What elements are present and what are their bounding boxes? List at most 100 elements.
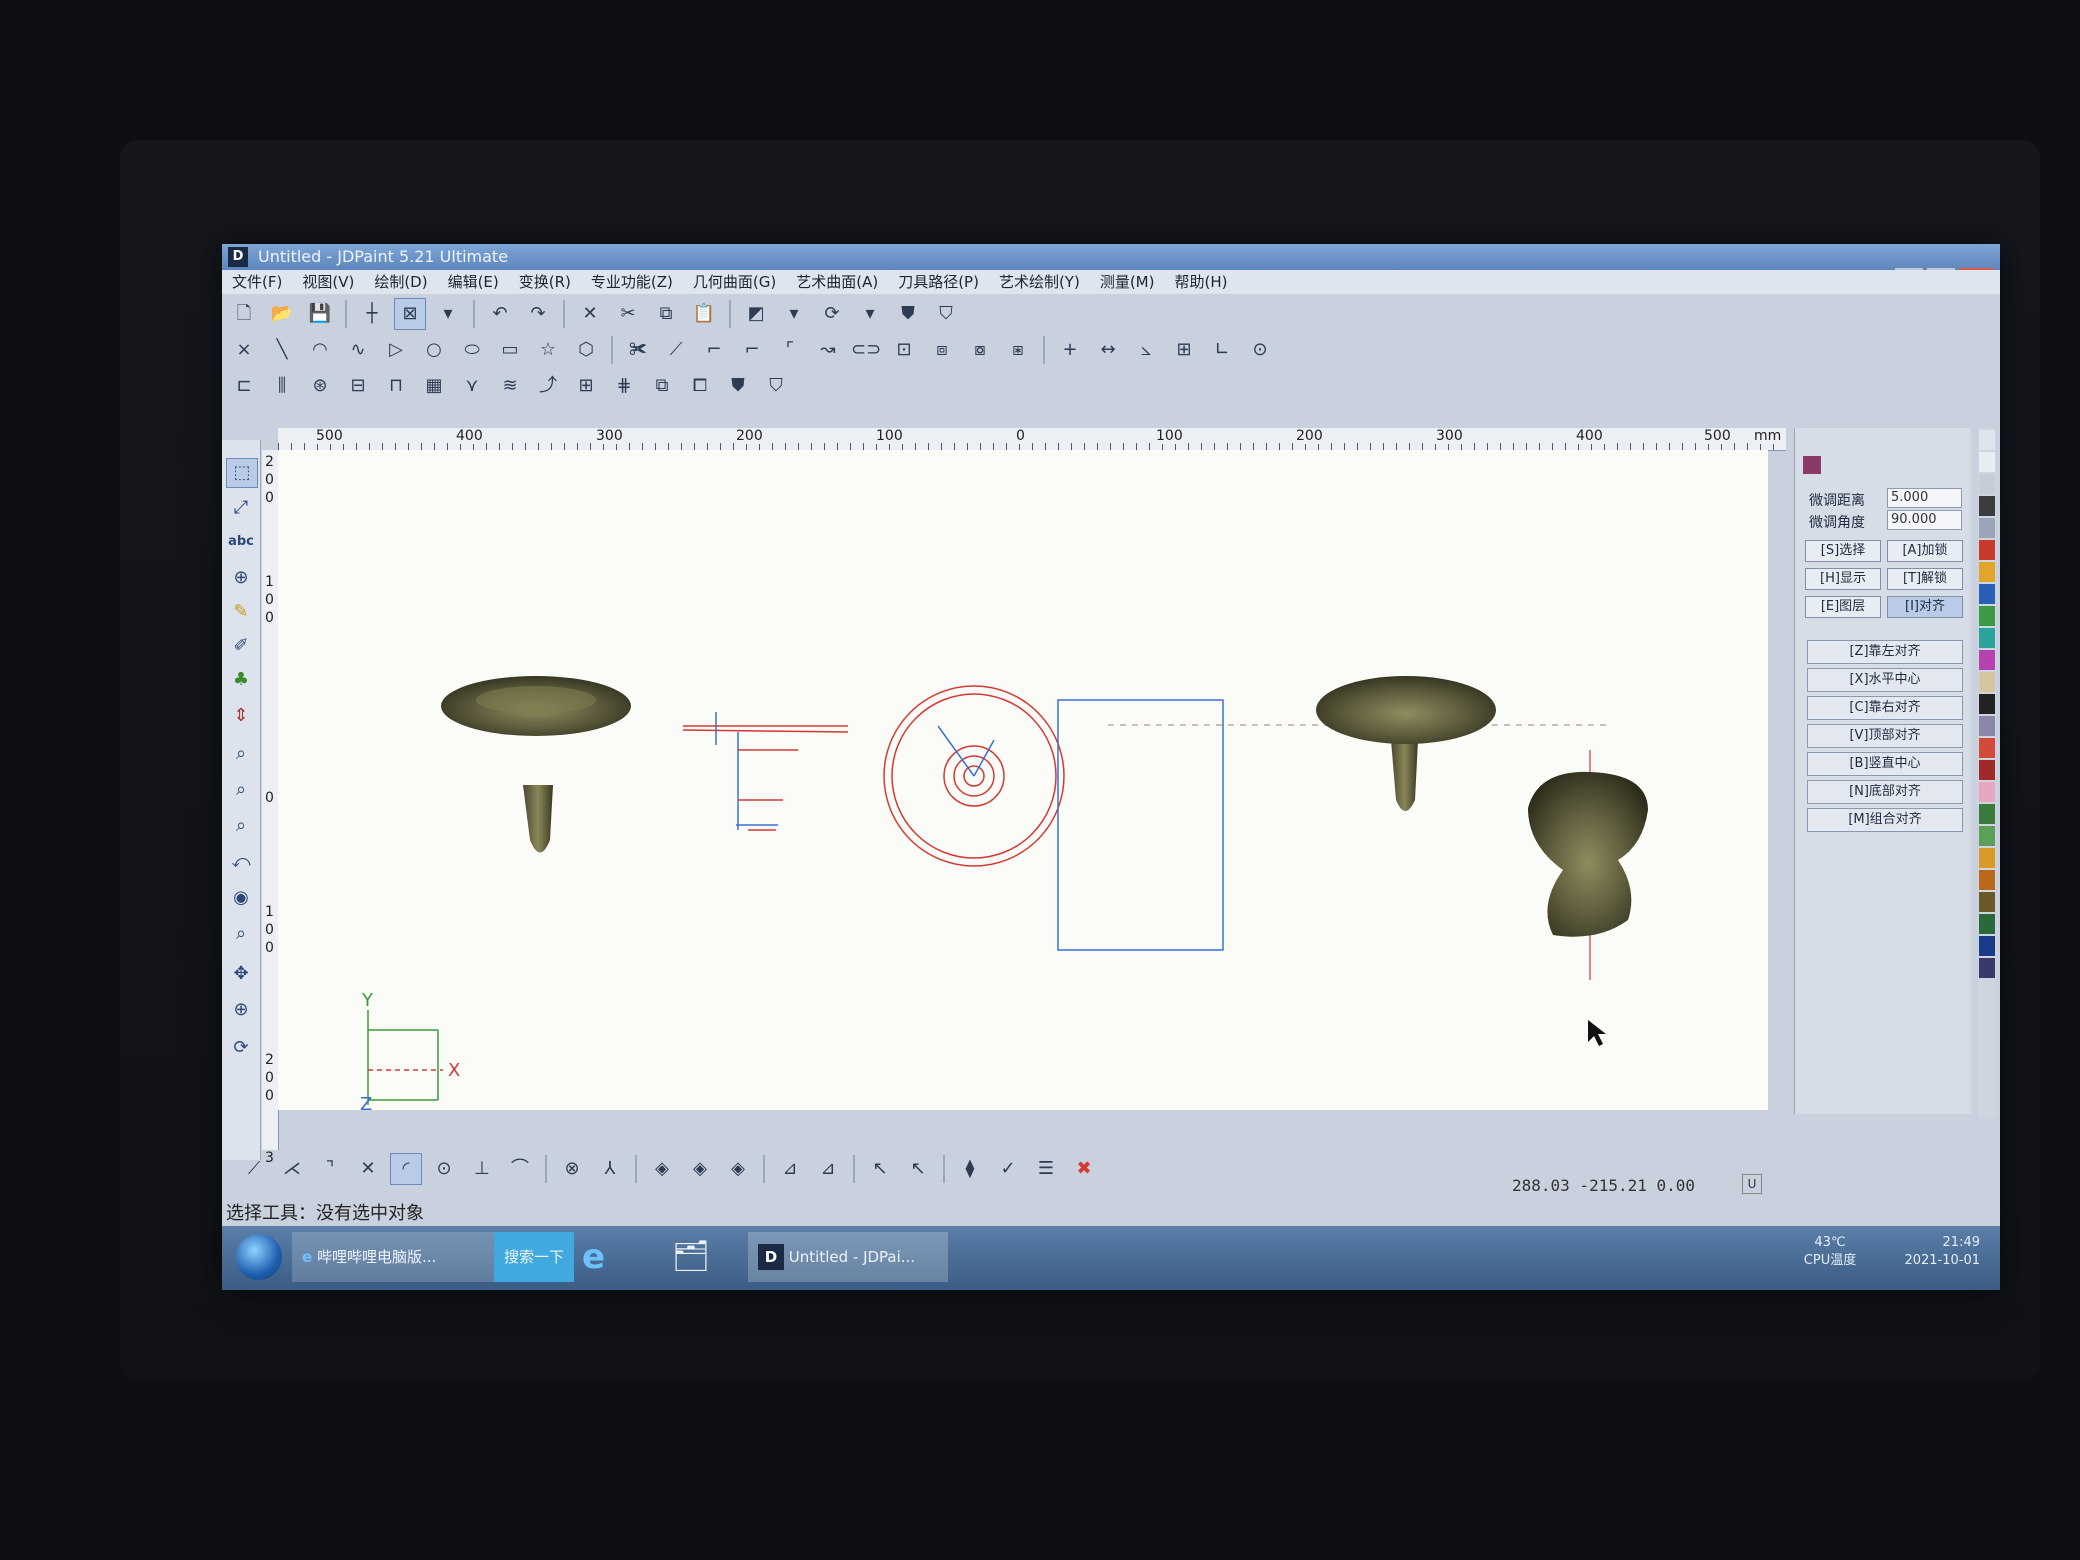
palette-swatch[interactable]	[1979, 848, 1995, 868]
cross-grid-icon[interactable]: ⊞	[570, 370, 602, 402]
taskbar-jdpaint-window[interactable]: D Untitled - JDPai...	[748, 1232, 948, 1282]
bounding-rectangle[interactable]	[1057, 699, 1224, 951]
palette-swatch[interactable]	[1979, 606, 1995, 626]
align-hcenter-button[interactable]: [X]水平中心	[1807, 668, 1963, 692]
palette-swatch[interactable]	[1979, 738, 1995, 758]
slot-icon[interactable]: ⊂⊃	[850, 334, 882, 366]
snap-intersection-icon[interactable]: ✕	[352, 1153, 384, 1185]
array-icon[interactable]: ⊟	[342, 370, 374, 402]
palette-swatch[interactable]	[1979, 584, 1995, 604]
palette-swatch[interactable]	[1979, 694, 1995, 714]
menu-edit[interactable]: 编辑(E)	[438, 270, 509, 294]
zoom-previous-icon[interactable]: ⤺	[226, 848, 256, 876]
snap-endpoint-icon[interactable]: ⟋	[238, 1153, 270, 1185]
angle-dim-icon[interactable]: ⦣	[1130, 334, 1162, 366]
chamfer-icon[interactable]: ⌐	[736, 334, 768, 366]
offset-rect-icon[interactable]: ⊡	[888, 334, 920, 366]
delete-icon[interactable]: ✕	[574, 298, 606, 330]
palette-swatch[interactable]	[1979, 826, 1995, 846]
filter-check-icon[interactable]: ✓	[992, 1153, 1024, 1185]
node-grid-icon[interactable]: ⋕	[608, 370, 640, 402]
snap-center-icon[interactable]: ⊙	[428, 1153, 460, 1185]
fine-distance-input[interactable]: 5.000	[1887, 488, 1962, 508]
snap-point-icon[interactable]: ⊗	[556, 1153, 588, 1185]
clock-time[interactable]: 21:49	[1904, 1234, 1980, 1252]
align-button[interactable]: [I]对齐	[1887, 596, 1963, 618]
join-icon[interactable]: ⧈	[926, 334, 958, 366]
undo-icon[interactable]: ↶	[484, 298, 516, 330]
knob-model[interactable]	[1528, 750, 1648, 980]
copy-icon[interactable]: ⧉	[650, 298, 682, 330]
palette-swatch[interactable]	[1979, 650, 1995, 670]
snap-corner-icon[interactable]: ⌝	[314, 1153, 346, 1185]
cancel-filter-icon[interactable]: ✖	[1068, 1153, 1100, 1185]
split-icon[interactable]: ⧆	[1002, 334, 1034, 366]
units-button[interactable]: U	[1742, 1174, 1762, 1194]
extend-icon[interactable]: ⟋	[660, 334, 692, 366]
shield-icon[interactable]: ⛊	[892, 298, 924, 330]
palette-swatch[interactable]	[1979, 496, 1995, 516]
rectangle-icon[interactable]: ▭	[494, 334, 526, 366]
palette-swatch[interactable]	[1979, 430, 1995, 450]
pencil-tool-icon[interactable]: ✎	[226, 598, 256, 626]
arc-icon[interactable]: ◠	[304, 334, 336, 366]
redo-icon[interactable]: ↷	[522, 298, 554, 330]
palette-swatch[interactable]	[1979, 782, 1995, 802]
target-tool-icon[interactable]: ⊕	[226, 564, 256, 592]
align-icon[interactable]: ⊏	[228, 370, 260, 402]
palette-swatch[interactable]	[1979, 892, 1995, 912]
palette-swatch[interactable]	[1979, 540, 1995, 560]
snap-midpoint-icon[interactable]: ⋌	[276, 1153, 308, 1185]
brush-tool-icon[interactable]: ✐	[226, 632, 256, 660]
menu-draw[interactable]: 绘制(D)	[364, 270, 437, 294]
text-tool-icon[interactable]: abc	[226, 528, 256, 556]
profile-sketch[interactable]	[682, 712, 849, 831]
palette-swatch[interactable]	[1979, 936, 1995, 956]
plane-icon[interactable]: ⊿	[774, 1153, 806, 1185]
align-left-button[interactable]: [Z]靠左对齐	[1807, 640, 1963, 664]
menu-geometry-surface[interactable]: 几何曲面(G)	[683, 270, 786, 294]
corner-icon[interactable]: ⌜	[774, 334, 806, 366]
palette-swatch[interactable]	[1979, 716, 1995, 736]
snap-grid3-icon[interactable]: ◈	[722, 1153, 754, 1185]
filter-icon[interactable]: ⧫	[954, 1153, 986, 1185]
grid-array-icon[interactable]: ▦	[418, 370, 450, 402]
select-button[interactable]: [S]选择	[1805, 540, 1881, 562]
menu-art-draw[interactable]: 艺术绘制(Y)	[989, 270, 1090, 294]
corner-dim-icon[interactable]: ∟	[1206, 334, 1238, 366]
palette-swatch[interactable]	[1979, 760, 1995, 780]
taskbar-ie-window[interactable]: e 哔哩哔哩电脑版...	[292, 1232, 502, 1282]
node-tool-icon[interactable]: ⤢	[226, 494, 256, 522]
palette-swatch[interactable]	[1979, 958, 1995, 978]
palette-swatch[interactable]	[1979, 914, 1995, 934]
palette-swatch[interactable]	[1979, 518, 1995, 538]
snap-perpendicular-icon[interactable]: ⊥	[466, 1153, 498, 1185]
zoom-out-icon[interactable]: ⌕	[226, 776, 256, 804]
lock-button[interactable]: [A]加锁	[1887, 540, 1963, 562]
snap-axis-icon[interactable]: ⅄	[594, 1153, 626, 1185]
wave-icon[interactable]: ≋	[494, 370, 526, 402]
distribute-icon[interactable]: ⫼	[266, 370, 298, 402]
node-edit-icon[interactable]: ⋎	[456, 370, 488, 402]
group-icon[interactable]: ⧉	[646, 370, 678, 402]
palette-swatch[interactable]	[1979, 804, 1995, 824]
palette-swatch[interactable]	[1979, 562, 1995, 582]
align-vcenter-button[interactable]: [B]竖直中心	[1807, 752, 1963, 776]
dimension-icon[interactable]: ↔	[1092, 334, 1124, 366]
top-view-circles[interactable]	[883, 685, 1065, 867]
shade-icon[interactable]: ◩	[740, 298, 772, 330]
snap-grid2-icon[interactable]: ◈	[684, 1153, 716, 1185]
path-icon[interactable]: ⤴	[532, 370, 564, 402]
dropdown-arrow-icon[interactable]: ▾	[778, 298, 810, 330]
menu-professional[interactable]: 专业功能(Z)	[581, 270, 683, 294]
select-tool-icon[interactable]: ⬚	[226, 458, 258, 488]
circle-icon[interactable]: ○	[418, 334, 450, 366]
menu-transform[interactable]: 变换(R)	[509, 270, 581, 294]
triangle-icon[interactable]: ▷	[380, 334, 412, 366]
offset-curve-icon[interactable]: ↝	[812, 334, 844, 366]
rotate-view-icon[interactable]: ⟳	[226, 1034, 256, 1062]
select-add-icon[interactable]: ↖	[864, 1153, 896, 1185]
mirror-icon[interactable]: ⊓	[380, 370, 412, 402]
save-icon[interactable]: 💾	[304, 298, 336, 330]
circle-dim-icon[interactable]: ⊙	[1244, 334, 1276, 366]
